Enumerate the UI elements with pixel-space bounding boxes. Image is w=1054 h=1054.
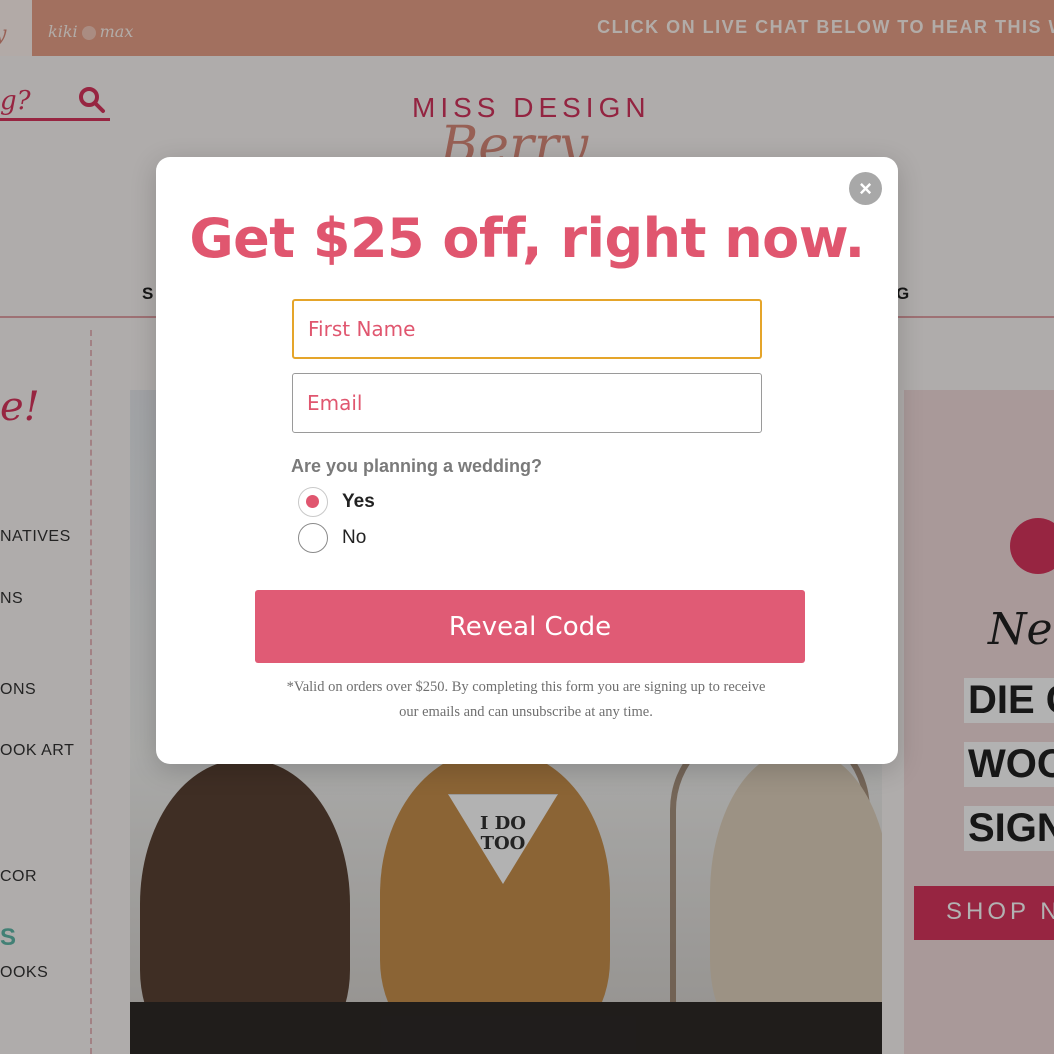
radio-label-no[interactable]: No xyxy=(342,527,366,549)
radio-label-yes[interactable]: Yes xyxy=(342,491,375,513)
close-icon[interactable]: × xyxy=(849,172,882,205)
radio-button-no[interactable] xyxy=(298,523,328,553)
reveal-code-button[interactable]: Reveal Code xyxy=(255,590,805,663)
offer-disclaimer: *Valid on orders over $250. By completin… xyxy=(286,679,766,720)
first-name-field[interactable] xyxy=(292,299,762,359)
wedding-question: Are you planning a wedding? xyxy=(291,456,543,476)
popup-title: Get $25 off, right now. xyxy=(189,207,865,270)
discount-popup: × Get $25 off, right now. Are you planni… xyxy=(156,157,898,764)
radio-button-yes[interactable] xyxy=(298,487,328,517)
radio-selected-dot xyxy=(306,495,319,508)
email-field[interactable] xyxy=(292,373,762,433)
